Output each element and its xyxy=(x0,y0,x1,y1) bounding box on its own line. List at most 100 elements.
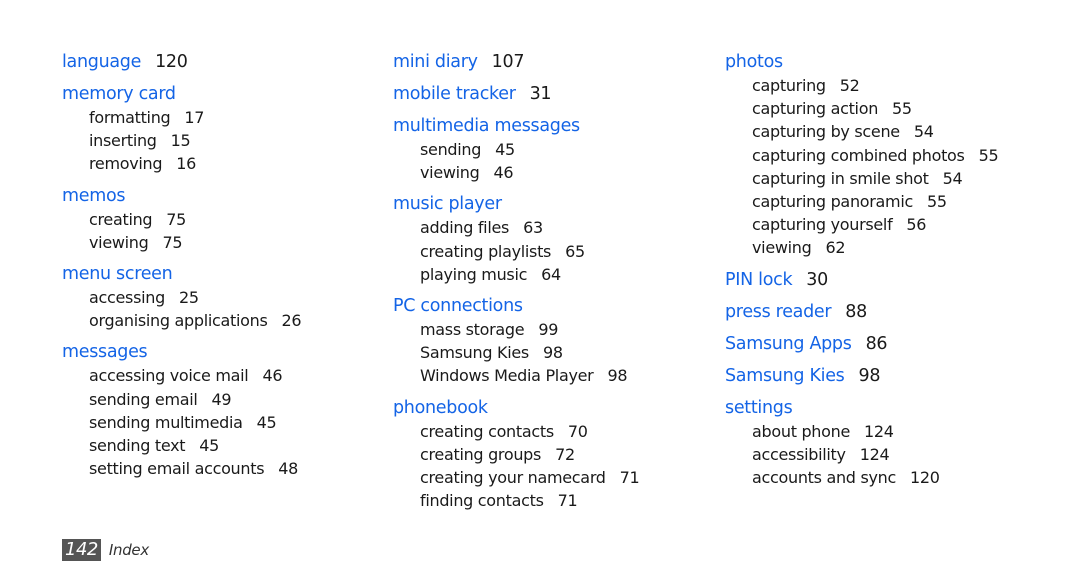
index-subentry: finding contacts 71 xyxy=(420,489,639,512)
page-reference: 62 xyxy=(825,238,846,258)
subentry-term: accessibility xyxy=(752,444,846,464)
subentry-term: capturing by scene xyxy=(752,122,900,142)
index-heading: photos xyxy=(725,50,998,74)
index-term: memos xyxy=(62,185,126,206)
index-entry: language 120 xyxy=(62,50,301,74)
page-reference: 16 xyxy=(176,154,197,174)
index-subentry: formatting 17 xyxy=(89,106,301,129)
subentry-term: capturing combined photos xyxy=(752,145,965,165)
subentry-term: removing xyxy=(89,154,163,174)
subentry-term: sending text xyxy=(89,436,186,456)
subentry-term: creating groups xyxy=(420,444,542,464)
page-reference: 70 xyxy=(567,421,588,441)
page-reference: 120 xyxy=(155,52,188,72)
index-heading: memory card xyxy=(62,82,301,106)
index-subentry: viewing 75 xyxy=(89,231,301,254)
subentry-list: accessing 25 organising applications 26 xyxy=(89,286,302,332)
index-term: PIN lock xyxy=(725,269,793,290)
index-term: Samsung Kies xyxy=(725,365,845,386)
subentry-term: creating xyxy=(89,209,153,229)
subentry-term: accounts and sync xyxy=(752,468,896,488)
index-heading: memos xyxy=(62,184,301,208)
subentry-term: accessing xyxy=(89,288,165,308)
page-reference: 124 xyxy=(864,421,894,441)
subentry-term: capturing yourself xyxy=(752,215,893,235)
subentry-term: capturing in smile shot xyxy=(752,168,929,188)
index-subentry: capturing in smile shot 54 xyxy=(752,167,998,190)
subentry-list: formatting 17 inserting 15 removing 16 xyxy=(89,106,301,176)
index-heading: settings xyxy=(725,396,998,420)
index-heading: language 120 xyxy=(62,50,301,74)
page-reference: 48 xyxy=(278,459,299,479)
index-subentry: accessing 25 xyxy=(89,286,301,309)
index-term: music player xyxy=(393,194,502,215)
subentry-list: mass storage 99 Samsung Kies 98 Windows Medi… xyxy=(420,318,639,388)
index-heading: music player xyxy=(393,192,639,216)
index-entry: Samsung Apps 86 xyxy=(725,332,998,356)
page-footer: 142 Index xyxy=(62,539,149,561)
index-heading: Samsung Kies 98 xyxy=(725,364,998,388)
index-entry: press reader 88 xyxy=(725,300,998,324)
index-subentry: adding files 63 xyxy=(420,216,639,239)
index-subentry: creating 75 xyxy=(89,208,301,231)
subentry-term: sending email xyxy=(89,389,198,409)
page-reference: 88 xyxy=(845,301,867,322)
index-entry: PIN lock 30 xyxy=(725,268,998,292)
index-column-2: mini diary 107 mobile tracker 31 multimedia … xyxy=(393,50,640,520)
page-reference: 54 xyxy=(942,168,963,188)
index-heading: PC connections xyxy=(393,294,639,318)
subentry-term: adding files xyxy=(420,218,510,238)
index-term: press reader xyxy=(725,301,832,322)
index-entry: memos creating 75 viewing 75 xyxy=(62,184,301,254)
index-subentry: about phone 124 xyxy=(752,420,998,443)
index-entry: mobile tracker 31 xyxy=(393,82,639,106)
page-reference: 56 xyxy=(906,215,927,235)
page-reference: 26 xyxy=(281,311,302,331)
subentry-term: sending xyxy=(420,140,482,159)
index-heading: mobile tracker 31 xyxy=(393,82,639,106)
subentry-term: viewing xyxy=(420,163,480,183)
subentry-list: adding files 63 creating playlists 65 playin… xyxy=(420,216,639,286)
page-reference: 46 xyxy=(493,163,514,183)
index-subentry: playing music 64 xyxy=(420,263,639,286)
page-reference: 71 xyxy=(619,468,640,488)
index-column-3: photos capturing 52 capturing action 55 captu… xyxy=(725,50,999,497)
subentry-term: sending multimedia xyxy=(89,412,243,432)
page-reference: 72 xyxy=(555,444,575,464)
page-reference: 55 xyxy=(926,192,947,212)
subentry-term: inserting xyxy=(89,131,157,151)
index-subentry: creating groups 72 xyxy=(420,443,639,466)
subentry-term: viewing xyxy=(89,232,149,252)
index-term: mobile tracker xyxy=(393,84,516,104)
subentry-list: capturing 52 capturing action 55 capturing b… xyxy=(752,74,999,260)
index-subentry: accounts and sync 120 xyxy=(752,466,998,489)
page-reference: 54 xyxy=(913,122,934,142)
page-reference: 86 xyxy=(865,333,888,354)
subentry-list: about phone 124 accessibility 124 accounts a… xyxy=(752,420,998,490)
subentry-term: capturing xyxy=(752,76,826,95)
index-entry: Samsung Kies 98 xyxy=(725,364,998,388)
index-term: menu screen xyxy=(62,264,173,285)
index-heading: press reader 88 xyxy=(725,300,998,324)
index-term: messages xyxy=(62,342,148,363)
page-reference: 45 xyxy=(256,412,277,432)
index-subentry: sending text 45 xyxy=(89,434,301,457)
page-reference: 63 xyxy=(523,218,543,238)
index-term: PC connections xyxy=(393,296,523,317)
index-heading: PIN lock 30 xyxy=(725,268,998,292)
index-subentry: viewing 62 xyxy=(752,236,998,259)
subentry-term: organising applications xyxy=(89,311,268,331)
page-reference: 49 xyxy=(211,389,232,409)
index-entry: music player adding files 63 creating playl… xyxy=(393,192,639,286)
page-reference: 75 xyxy=(166,209,187,229)
index-subentry: viewing 46 xyxy=(420,161,639,184)
page-reference: 25 xyxy=(178,288,199,308)
page-reference: 30 xyxy=(806,269,828,290)
index-subentry: creating your namecard 71 xyxy=(420,466,640,489)
index-subentry: Windows Media Player 98 xyxy=(420,364,639,387)
index-subentry: mass storage 99 xyxy=(420,318,639,341)
index-subentry: removing 16 xyxy=(89,152,301,175)
index-subentry: sending 45 xyxy=(420,138,639,161)
index-heading: mini diary 107 xyxy=(393,50,639,74)
section-label: Index xyxy=(108,541,149,559)
